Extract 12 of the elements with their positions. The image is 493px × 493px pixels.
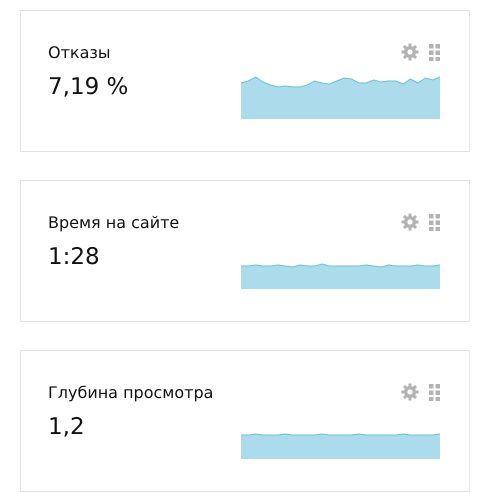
metric-title: Отказы [48,42,111,62]
metric-value: 1:28 [48,243,100,272]
settings-icon[interactable] [401,213,419,231]
drag-handle-icon[interactable] [429,44,440,60]
metric-title: Время на сайте [48,212,180,232]
metric-value: 7,19 % [48,73,128,102]
settings-icon[interactable] [401,43,419,61]
drag-handle-icon[interactable] [429,214,440,230]
drag-handle-icon[interactable] [429,384,440,400]
settings-icon[interactable] [401,383,419,401]
metric-title: Глубина просмотра [48,382,214,402]
metric-value: 1,2 [48,413,85,442]
